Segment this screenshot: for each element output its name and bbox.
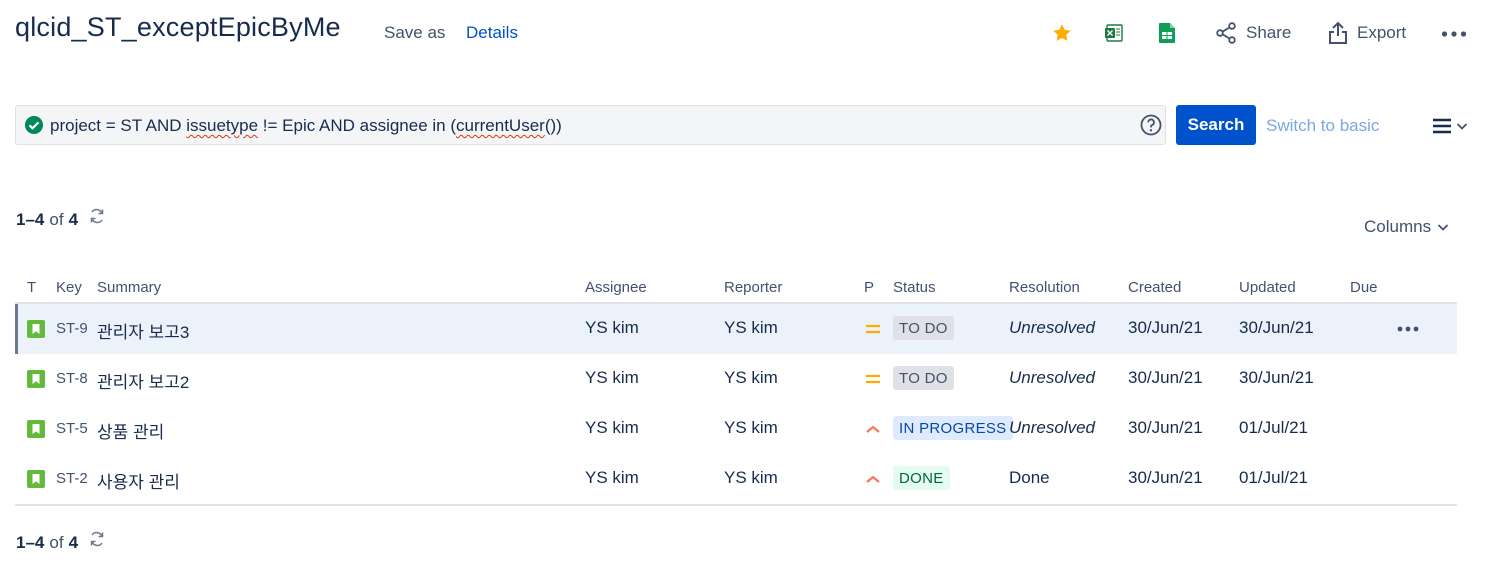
share-button[interactable]: Share bbox=[1214, 19, 1291, 47]
chevron-down-icon bbox=[1437, 224, 1449, 231]
issue-summary[interactable]: 관리자 보고3 bbox=[97, 318, 189, 343]
valid-query-check-icon bbox=[25, 116, 43, 134]
status-badge: TO DO bbox=[893, 366, 954, 390]
issue-updated: 01/Jul/21 bbox=[1239, 418, 1308, 437]
switch-to-basic-link[interactable]: Switch to basic bbox=[1266, 116, 1379, 136]
table-footer-divider bbox=[15, 504, 1457, 506]
list-icon bbox=[1433, 118, 1451, 134]
issue-resolution: Unresolved bbox=[1009, 418, 1095, 437]
issue-created: 30/Jun/21 bbox=[1128, 318, 1203, 337]
help-icon[interactable] bbox=[1139, 113, 1163, 137]
refresh-icon[interactable] bbox=[88, 207, 106, 225]
issue-resolution: Done bbox=[1009, 468, 1050, 487]
export-icon bbox=[1329, 21, 1347, 44]
issue-reporter: YS kim bbox=[724, 368, 778, 387]
share-icon bbox=[1216, 22, 1236, 44]
priority-high-icon bbox=[866, 475, 880, 483]
col-summary[interactable]: Summary bbox=[97, 279, 161, 296]
jql-query-text[interactable]: project = ST AND issuetype != Epic AND a… bbox=[50, 116, 562, 136]
table-row[interactable]: ST-2 사용자 관리 YS kim YS kim DONE Done 30/J… bbox=[15, 454, 1457, 504]
share-label: Share bbox=[1246, 23, 1292, 42]
result-count: 1–4 of 4 bbox=[16, 207, 106, 230]
list-view-toggle[interactable] bbox=[1432, 115, 1472, 137]
issue-reporter: YS kim bbox=[724, 468, 778, 487]
columns-label: Columns bbox=[1364, 217, 1432, 236]
search-button[interactable]: Search bbox=[1176, 105, 1256, 145]
more-actions-button[interactable] bbox=[1440, 20, 1468, 48]
col-created[interactable]: Created bbox=[1128, 279, 1181, 296]
export-label: Export bbox=[1357, 23, 1407, 42]
columns-dropdown[interactable]: Columns bbox=[1364, 217, 1449, 237]
story-icon bbox=[27, 470, 45, 488]
issue-resolution: Unresolved bbox=[1009, 318, 1095, 337]
status-badge: DONE bbox=[893, 466, 950, 490]
refresh-icon[interactable] bbox=[88, 530, 106, 548]
issue-created: 30/Jun/21 bbox=[1128, 418, 1203, 437]
table-row[interactable]: ST-8 관리자 보고2 YS kim YS kim TO DO Unresol… bbox=[15, 354, 1457, 404]
priority-medium-icon bbox=[866, 324, 880, 334]
issue-key[interactable]: ST-2 bbox=[56, 470, 88, 487]
row-actions-button[interactable] bbox=[1395, 318, 1421, 340]
col-reporter[interactable]: Reporter bbox=[724, 279, 782, 296]
issue-assignee: YS kim bbox=[585, 418, 639, 437]
jql-query-input[interactable]: project = ST AND issuetype != Epic AND a… bbox=[15, 105, 1166, 145]
chevron-down-icon bbox=[1456, 123, 1468, 130]
issue-key[interactable]: ST-8 bbox=[56, 370, 88, 387]
col-priority[interactable]: P bbox=[864, 279, 874, 296]
excel-icon[interactable] bbox=[1101, 20, 1127, 46]
export-button[interactable]: Export bbox=[1327, 19, 1406, 47]
page-title: qlcid_ST_exceptEpicByMe bbox=[15, 12, 341, 42]
issue-table: T Key Summary Assignee Reporter P Status… bbox=[15, 270, 1457, 506]
issue-key[interactable]: ST-5 bbox=[56, 420, 88, 437]
issue-created: 30/Jun/21 bbox=[1128, 368, 1203, 387]
col-updated[interactable]: Updated bbox=[1239, 279, 1296, 296]
col-assignee[interactable]: Assignee bbox=[585, 279, 647, 296]
status-badge: TO DO bbox=[893, 316, 954, 340]
issue-assignee: YS kim bbox=[585, 368, 639, 387]
issue-summary[interactable]: 사용자 관리 bbox=[97, 468, 180, 493]
priority-high-icon bbox=[866, 425, 880, 433]
col-type[interactable]: T bbox=[27, 279, 36, 296]
issue-assignee: YS kim bbox=[585, 318, 639, 337]
save-as-button[interactable]: Save as bbox=[384, 23, 445, 43]
page-header: qlcid_ST_exceptEpicByMe Save as Details … bbox=[0, 0, 1486, 70]
issue-assignee: YS kim bbox=[585, 468, 639, 487]
col-resolution[interactable]: Resolution bbox=[1009, 279, 1080, 296]
more-icon bbox=[1441, 31, 1467, 37]
story-icon bbox=[27, 370, 45, 388]
details-link[interactable]: Details bbox=[466, 23, 518, 43]
issue-reporter: YS kim bbox=[724, 418, 778, 437]
issue-key[interactable]: ST-9 bbox=[56, 320, 88, 337]
col-status[interactable]: Status bbox=[893, 279, 936, 296]
issue-updated: 30/Jun/21 bbox=[1239, 368, 1314, 387]
issue-summary[interactable]: 관리자 보고2 bbox=[97, 368, 189, 393]
col-due[interactable]: Due bbox=[1350, 279, 1378, 296]
table-row[interactable]: ST-9 관리자 보고3 YS kim YS kim TO DO Unresol… bbox=[15, 304, 1457, 354]
more-icon bbox=[1397, 326, 1419, 332]
col-key[interactable]: Key bbox=[56, 279, 82, 296]
issue-resolution: Unresolved bbox=[1009, 368, 1095, 387]
result-count-bottom: 1–4 of 4 bbox=[16, 530, 106, 553]
sheets-icon[interactable] bbox=[1154, 20, 1180, 46]
issue-updated: 30/Jun/21 bbox=[1239, 318, 1314, 337]
star-icon[interactable] bbox=[1049, 20, 1075, 46]
issue-summary[interactable]: 상품 관리 bbox=[97, 418, 164, 443]
priority-medium-icon bbox=[866, 374, 880, 384]
issue-created: 30/Jun/21 bbox=[1128, 468, 1203, 487]
story-icon bbox=[27, 420, 45, 438]
status-badge: IN PROGRESS bbox=[893, 416, 1013, 440]
table-row[interactable]: ST-5 상품 관리 YS kim YS kim IN PROGRESS Unr… bbox=[15, 404, 1457, 454]
issue-updated: 01/Jul/21 bbox=[1239, 468, 1308, 487]
table-header: T Key Summary Assignee Reporter P Status… bbox=[15, 270, 1457, 304]
issue-reporter: YS kim bbox=[724, 318, 778, 337]
story-icon bbox=[27, 320, 45, 338]
